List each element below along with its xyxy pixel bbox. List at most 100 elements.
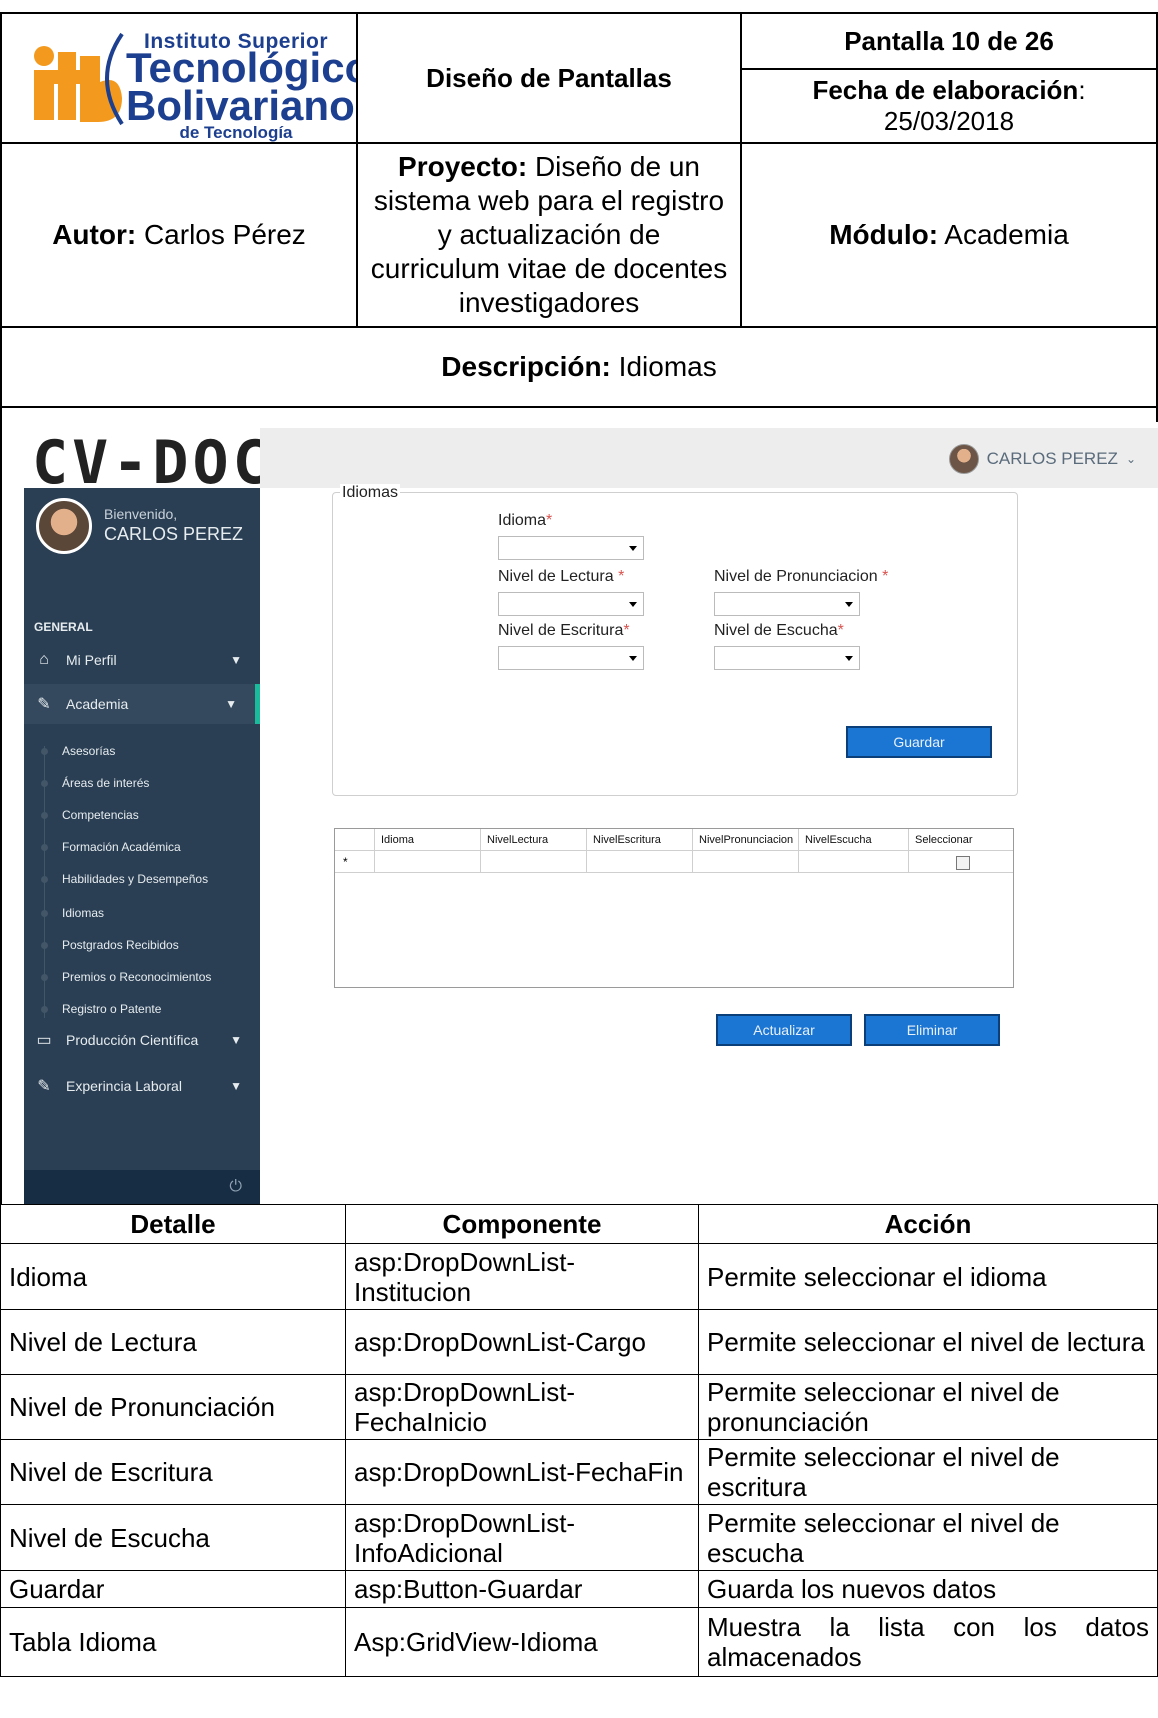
document-title: Diseño de Pantallas xyxy=(356,12,742,144)
grid-new-row-marker: * xyxy=(335,851,375,873)
sidebar-item-mi-perfil[interactable]: ⌂ Mi Perfil ▼ xyxy=(24,640,260,680)
submenu-dot xyxy=(41,910,48,917)
table-header-accion: Acción xyxy=(698,1204,1158,1244)
grid-cell[interactable] xyxy=(375,851,481,873)
power-icon[interactable]: ⏻ xyxy=(229,1178,242,1196)
grid-header-seleccionar: Seleccionar xyxy=(909,829,1013,851)
sidebar-item-experiencia[interactable]: ✎ Experincia Laboral ▼ xyxy=(24,1066,260,1106)
escritura-select[interactable] xyxy=(498,646,644,670)
table-cell-componente: asp:DropDownList-FechaFin xyxy=(345,1439,699,1505)
sidebar-item-academia[interactable]: ✎ Academia ▼ xyxy=(24,684,260,724)
submenu-dot xyxy=(41,1006,48,1013)
idioma-label: Idioma* xyxy=(498,512,553,529)
date-value: 25/03/2018 xyxy=(883,106,1015,136)
table-cell-accion: Permite seleccionar el nivel de lectura xyxy=(698,1309,1158,1375)
chevron-down-icon: ▼ xyxy=(225,697,237,711)
submenu-competencias[interactable]: Competencias xyxy=(62,808,139,822)
document-title-text: Diseño de Pantallas xyxy=(426,62,672,93)
submenu-dot xyxy=(41,876,48,883)
monitor-icon: ▭ xyxy=(36,1032,52,1049)
lectura-label: Nivel de Lectura * xyxy=(498,568,625,585)
idioma-select[interactable] xyxy=(498,536,644,560)
chevron-down-icon: ⌄ xyxy=(1125,452,1136,466)
user-menu-name: CARLOS PEREZ xyxy=(986,449,1118,468)
institution-logo: Instituto Superior Tecnológico Bolivaria… xyxy=(22,30,370,142)
escucha-label: Nivel de Escucha* xyxy=(714,622,844,639)
module-cell: Módulo: Academia xyxy=(740,142,1158,328)
pronunciacion-label: Nivel de Pronunciacion * xyxy=(714,568,889,585)
logo-line3: Bolivariano xyxy=(126,82,355,129)
table-cell-detalle: Idioma xyxy=(0,1243,346,1310)
grid-header-idioma: Idioma xyxy=(375,829,481,851)
grid-header-nivellectura: NivelLectura xyxy=(481,829,587,851)
sidebar-item-label: Producción Científica xyxy=(66,1032,199,1048)
home-icon: ⌂ xyxy=(39,651,49,668)
table-cell-detalle: Nivel de Escucha xyxy=(0,1504,346,1571)
table-header-detalle: Detalle xyxy=(0,1204,346,1244)
edit-icon: ✎ xyxy=(37,1078,51,1095)
idiomas-gridview: Idioma NivelLectura NivelEscritura Nivel… xyxy=(334,828,1014,988)
module-value: Academia xyxy=(938,219,1069,250)
grid-header-nivelescritura: NivelEscritura xyxy=(587,829,693,851)
welcome-text: Bienvenido, xyxy=(104,506,178,522)
screen-counter-text: Pantalla 10 de 26 xyxy=(844,25,1054,56)
user-menu[interactable]: CARLOS PEREZ ⌄ xyxy=(948,444,1136,474)
sidebar-item-produccion[interactable]: ▭ Producción Científica ▼ xyxy=(24,1020,260,1060)
lectura-select[interactable] xyxy=(498,592,644,616)
escucha-select[interactable] xyxy=(714,646,860,670)
grid-header-nivelpronunciacion: NivelPronunciacion xyxy=(693,829,799,851)
edit-icon: ✎ xyxy=(37,696,51,713)
sidebar-footer: ⏻ xyxy=(24,1170,260,1206)
table-cell-accion: Muestra la lista con los datos almacenad… xyxy=(698,1607,1158,1677)
screen-counter: Pantalla 10 de 26 xyxy=(740,12,1158,70)
date-label: Fecha de elaboración: xyxy=(812,75,1086,105)
author-label: Autor: xyxy=(52,219,137,250)
logo-line4: de Tecnología xyxy=(179,123,293,142)
table-cell-componente: Asp:GridView-Idioma xyxy=(345,1607,699,1677)
seleccionar-checkbox[interactable] xyxy=(956,856,970,870)
submenu-postgrados[interactable]: Postgrados Recibidos xyxy=(62,938,179,952)
grid-cell[interactable] xyxy=(481,851,587,873)
profile-avatar xyxy=(36,498,92,554)
date-cell: Fecha de elaboración: 25/03/2018 xyxy=(740,68,1158,144)
grid-corner xyxy=(335,829,375,851)
table-cell-accion: Permite seleccionar el idioma xyxy=(698,1243,1158,1310)
escritura-label: Nivel de Escritura* xyxy=(498,622,630,639)
table-cell-accion: Permite seleccionar el nivel de escucha xyxy=(698,1504,1158,1571)
submenu-dot xyxy=(41,844,48,851)
sidebar-section-title: GENERAL xyxy=(34,620,93,634)
description-cell: Descripción: Idiomas xyxy=(0,326,1158,408)
guardar-button[interactable]: Guardar xyxy=(846,726,992,758)
fieldset-legend: Idiomas xyxy=(340,484,401,502)
submenu-dot xyxy=(41,942,48,949)
sidebar-item-label: Mi Perfil xyxy=(66,652,117,668)
submenu-habilidades[interactable]: Habilidades y Desempeños xyxy=(62,872,208,886)
sidebar-item-label: Experincia Laboral xyxy=(66,1078,182,1094)
sidebar: Bienvenido, CARLOS PEREZ GENERAL ⌂ Mi Pe… xyxy=(24,488,260,1206)
submenu-premios[interactable]: Premios o Reconocimientos xyxy=(62,970,211,984)
table-cell-componente: asp:DropDownList-Institucion xyxy=(345,1243,699,1310)
table-cell-componente: asp:DropDownList-FechaInicio xyxy=(345,1374,699,1440)
submenu-dot xyxy=(41,974,48,981)
app-screenshot: CV-DOC CARLOS PEREZ ⌄ Bienvenido, CARLOS… xyxy=(24,422,1158,1206)
submenu-areas[interactable]: Áreas de interés xyxy=(62,776,149,790)
grid-header-nivelescucha: NivelEscucha xyxy=(799,829,909,851)
pronunciacion-select[interactable] xyxy=(714,592,860,616)
eliminar-button[interactable]: Eliminar xyxy=(864,1014,1000,1046)
table-cell-accion: Permite seleccionar el nivel de pronunci… xyxy=(698,1374,1158,1440)
submenu-idiomas[interactable]: Idiomas xyxy=(62,906,104,920)
table-cell-detalle: Nivel de Lectura xyxy=(0,1309,346,1375)
grid-cell[interactable] xyxy=(587,851,693,873)
actualizar-button[interactable]: Actualizar xyxy=(716,1014,852,1046)
project-cell: Proyecto: Diseño de un sistema web para … xyxy=(356,142,742,328)
grid-cell[interactable] xyxy=(693,851,799,873)
project-label: Proyecto: xyxy=(398,151,528,182)
submenu-registro[interactable]: Registro o Patente xyxy=(62,1002,161,1016)
user-avatar-icon xyxy=(948,444,979,474)
table-header-componente: Componente xyxy=(345,1204,699,1244)
submenu-formacion[interactable]: Formación Académica xyxy=(62,840,181,854)
sidebar-user-name: CARLOS PEREZ xyxy=(104,524,244,544)
submenu-asesorias[interactable]: Asesorías xyxy=(62,744,115,758)
table-cell-componente: asp:DropDownList-Cargo xyxy=(345,1309,699,1375)
grid-cell[interactable] xyxy=(799,851,909,873)
